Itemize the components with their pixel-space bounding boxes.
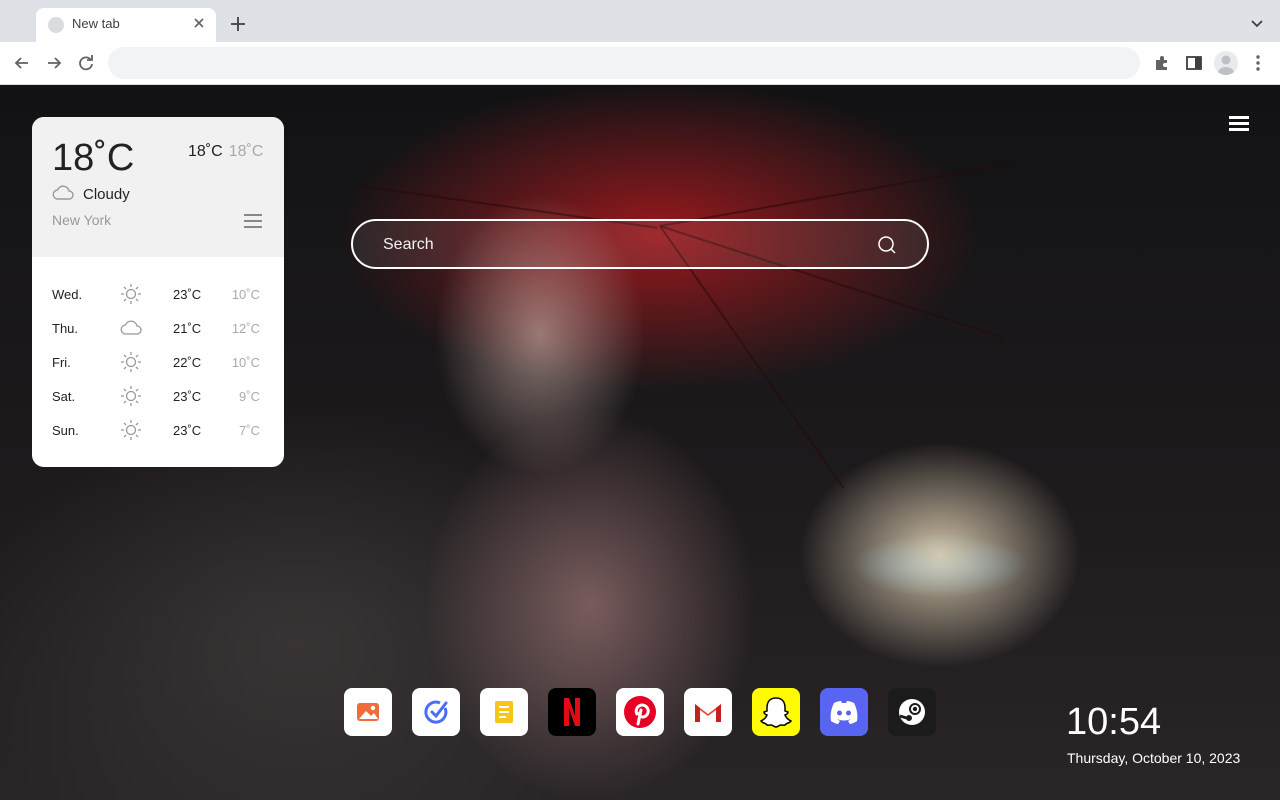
forecast-day: Fri.	[52, 355, 71, 370]
forecast-day: Thu.	[52, 321, 79, 336]
forecast-low: 9˚C	[239, 389, 260, 404]
globe-icon	[48, 17, 64, 33]
tab-title: New tab	[72, 16, 120, 31]
shortcut-discord[interactable]	[820, 688, 868, 736]
shortcut-tasks[interactable]	[412, 688, 460, 736]
shortcut-notes[interactable]	[480, 688, 528, 736]
photos-icon	[344, 688, 392, 736]
forecast-high: 23˚C	[173, 389, 202, 404]
forecast-low: 10˚C	[231, 355, 260, 370]
notes-icon	[480, 688, 528, 736]
sun-icon	[120, 351, 142, 373]
plus-icon[interactable]	[228, 13, 248, 35]
sun-icon	[120, 419, 142, 441]
shortcut-steam[interactable]	[888, 688, 936, 736]
current-temperature: 18˚C	[52, 137, 135, 179]
weather-widget[interactable]: 18˚C 18˚C 18˚C Cloudy New York Wed. 23˚C …	[32, 117, 284, 467]
puzzle-icon[interactable]	[1152, 53, 1172, 73]
netflix-icon	[548, 688, 596, 736]
forecast-row: Sun. 23˚C 7˚C	[32, 413, 284, 447]
forecast-high: 23˚C	[173, 423, 202, 438]
forecast-low: 7˚C	[239, 423, 260, 438]
forecast-high: 22˚C	[173, 355, 202, 370]
forecast-low: 12˚C	[231, 321, 260, 336]
high-temperature: 18˚C	[188, 143, 223, 160]
pinterest-icon	[616, 688, 664, 736]
sun-icon	[120, 385, 142, 407]
shortcut-photos[interactable]	[344, 688, 392, 736]
search-icon[interactable]	[877, 235, 897, 255]
clock-time: 10:54	[1066, 701, 1162, 743]
cloud-icon	[120, 317, 142, 339]
weather-city: New York	[52, 212, 112, 228]
arrow-right-icon[interactable]	[44, 53, 64, 73]
forecast-row: Fri. 22˚C 10˚C	[32, 345, 284, 379]
shortcut-netflix[interactable]	[548, 688, 596, 736]
chevron-down-icon[interactable]	[1248, 15, 1266, 33]
clock-date: Thursday, October 10, 2023	[1067, 750, 1241, 766]
side-panel-icon[interactable]	[1184, 53, 1204, 73]
background-decoration	[659, 162, 1015, 227]
weather-menu-icon[interactable]	[244, 214, 262, 229]
cloud-icon	[52, 185, 74, 201]
steam-icon	[888, 688, 936, 736]
tab-new-tab[interactable]: New tab	[36, 8, 216, 42]
search-input[interactable]	[383, 233, 863, 257]
forecast-day: Wed.	[52, 287, 83, 302]
arrow-left-icon[interactable]	[12, 53, 32, 73]
weather-current: 18˚C 18˚C 18˚C Cloudy New York	[32, 117, 284, 257]
forecast-high: 23˚C	[173, 287, 202, 302]
forecast-day: Sun.	[52, 423, 79, 438]
reload-icon[interactable]	[76, 53, 96, 73]
forecast-day: Sat.	[52, 389, 76, 404]
snapchat-icon	[752, 688, 800, 736]
toolbar	[0, 42, 1280, 85]
close-icon[interactable]	[192, 16, 206, 30]
shortcut-gmail[interactable]	[684, 688, 732, 736]
search-box[interactable]	[351, 219, 929, 269]
gmail-icon	[684, 688, 732, 736]
address-bar[interactable]	[108, 47, 1140, 79]
weather-condition: Cloudy	[83, 186, 130, 203]
forecast-row: Sat. 23˚C 9˚C	[32, 379, 284, 413]
shortcut-pinterest[interactable]	[616, 688, 664, 736]
kebab-menu-icon[interactable]	[1248, 53, 1268, 73]
shortcut-snapchat[interactable]	[752, 688, 800, 736]
discord-icon	[820, 688, 868, 736]
forecast-list: Wed. 23˚C 10˚C Thu. 21˚C 12˚C Fri. 22˚C …	[32, 277, 284, 447]
avatar-icon[interactable]	[1214, 51, 1238, 75]
tab-strip: New tab	[0, 0, 1280, 42]
forecast-row: Wed. 23˚C 10˚C	[32, 277, 284, 311]
new-tab-page: 18˚C 18˚C 18˚C Cloudy New York Wed. 23˚C …	[0, 85, 1280, 800]
high-low: 18˚C 18˚C	[188, 143, 263, 161]
menu-icon[interactable]	[1229, 116, 1249, 132]
sun-icon	[120, 283, 142, 305]
forecast-low: 10˚C	[231, 287, 260, 302]
forecast-high: 21˚C	[173, 321, 202, 336]
forecast-row: Thu. 21˚C 12˚C	[32, 311, 284, 345]
check-circle-icon	[412, 688, 460, 736]
low-temperature: 18˚C	[228, 143, 264, 160]
